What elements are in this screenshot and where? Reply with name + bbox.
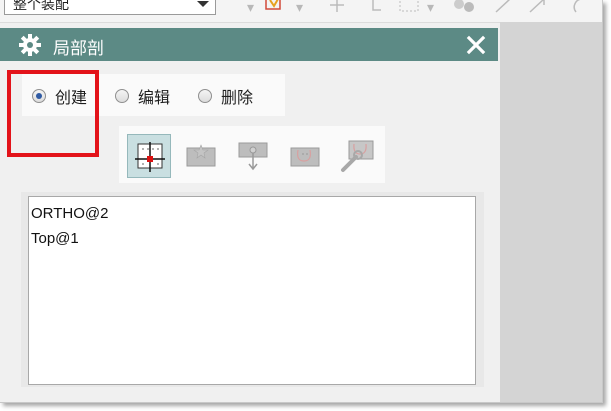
radio-button[interactable] bbox=[115, 89, 129, 103]
assembly-icon[interactable] bbox=[451, 0, 477, 16]
graphics-area bbox=[500, 22, 602, 402]
base-point-button[interactable] bbox=[179, 134, 223, 178]
toolbar-arrow-icon-2[interactable]: ▾ bbox=[427, 0, 434, 18]
select-curves-icon bbox=[290, 147, 320, 167]
line-icon[interactable] bbox=[494, 0, 512, 16]
selection-filter-dropdown[interactable]: 整个装配 bbox=[4, 0, 216, 15]
list-item[interactable]: ORTHO@2 bbox=[31, 202, 108, 226]
section-dialog: 局部剖 创建 编辑 删除 ORTHO@2 Top@1 bbox=[0, 28, 498, 402]
select-curves-button[interactable] bbox=[283, 134, 327, 178]
snap-point-icon[interactable] bbox=[264, 0, 286, 14]
list-item[interactable]: Top@1 bbox=[31, 227, 79, 251]
selection-box-icon[interactable] bbox=[398, 0, 422, 16]
chevron-down-icon bbox=[197, 1, 209, 7]
view-listbox[interactable]: ORTHO@2 Top@1 bbox=[28, 196, 476, 385]
dialog-titlebar: 局部剖 bbox=[0, 28, 498, 61]
modify-boundary-button[interactable] bbox=[335, 134, 379, 178]
gear-icon[interactable] bbox=[18, 33, 42, 57]
edit-radio[interactable]: 编辑 bbox=[115, 86, 171, 107]
edit-radio-label: 编辑 bbox=[138, 90, 171, 107]
selection-filter-value: 整个装配 bbox=[13, 0, 69, 12]
select-view-icon bbox=[135, 142, 165, 172]
arrow-line-icon[interactable] bbox=[528, 0, 546, 16]
point-filter-icon[interactable] bbox=[370, 0, 384, 16]
app-window: 整个装配 ▾ ▾ ▾ 局部剖 创建 编辑 删除 ORTHO@2 Top@1 bbox=[0, 0, 603, 403]
close-icon[interactable] bbox=[462, 31, 490, 59]
base-point-icon bbox=[186, 144, 216, 167]
delete-radio[interactable]: 删除 bbox=[198, 86, 254, 107]
crosshair-icon[interactable] bbox=[328, 0, 346, 16]
step-icon-bar bbox=[119, 126, 385, 183]
dialog-title: 局部剖 bbox=[53, 39, 104, 58]
highlight-box bbox=[7, 70, 99, 157]
select-view-button[interactable] bbox=[127, 134, 171, 178]
delete-radio-label: 删除 bbox=[221, 90, 254, 107]
extrude-vector-button[interactable] bbox=[231, 134, 275, 178]
top-toolbar: 整个装配 ▾ ▾ ▾ bbox=[0, 0, 602, 23]
arc-icon[interactable] bbox=[568, 0, 586, 16]
funnel-icon[interactable]: ▾ bbox=[247, 0, 254, 18]
toolbar-arrow-icon[interactable]: ▾ bbox=[296, 0, 303, 18]
radio-button[interactable] bbox=[198, 89, 212, 103]
extrude-vector-icon bbox=[238, 142, 268, 171]
modify-boundary-icon bbox=[341, 140, 374, 172]
